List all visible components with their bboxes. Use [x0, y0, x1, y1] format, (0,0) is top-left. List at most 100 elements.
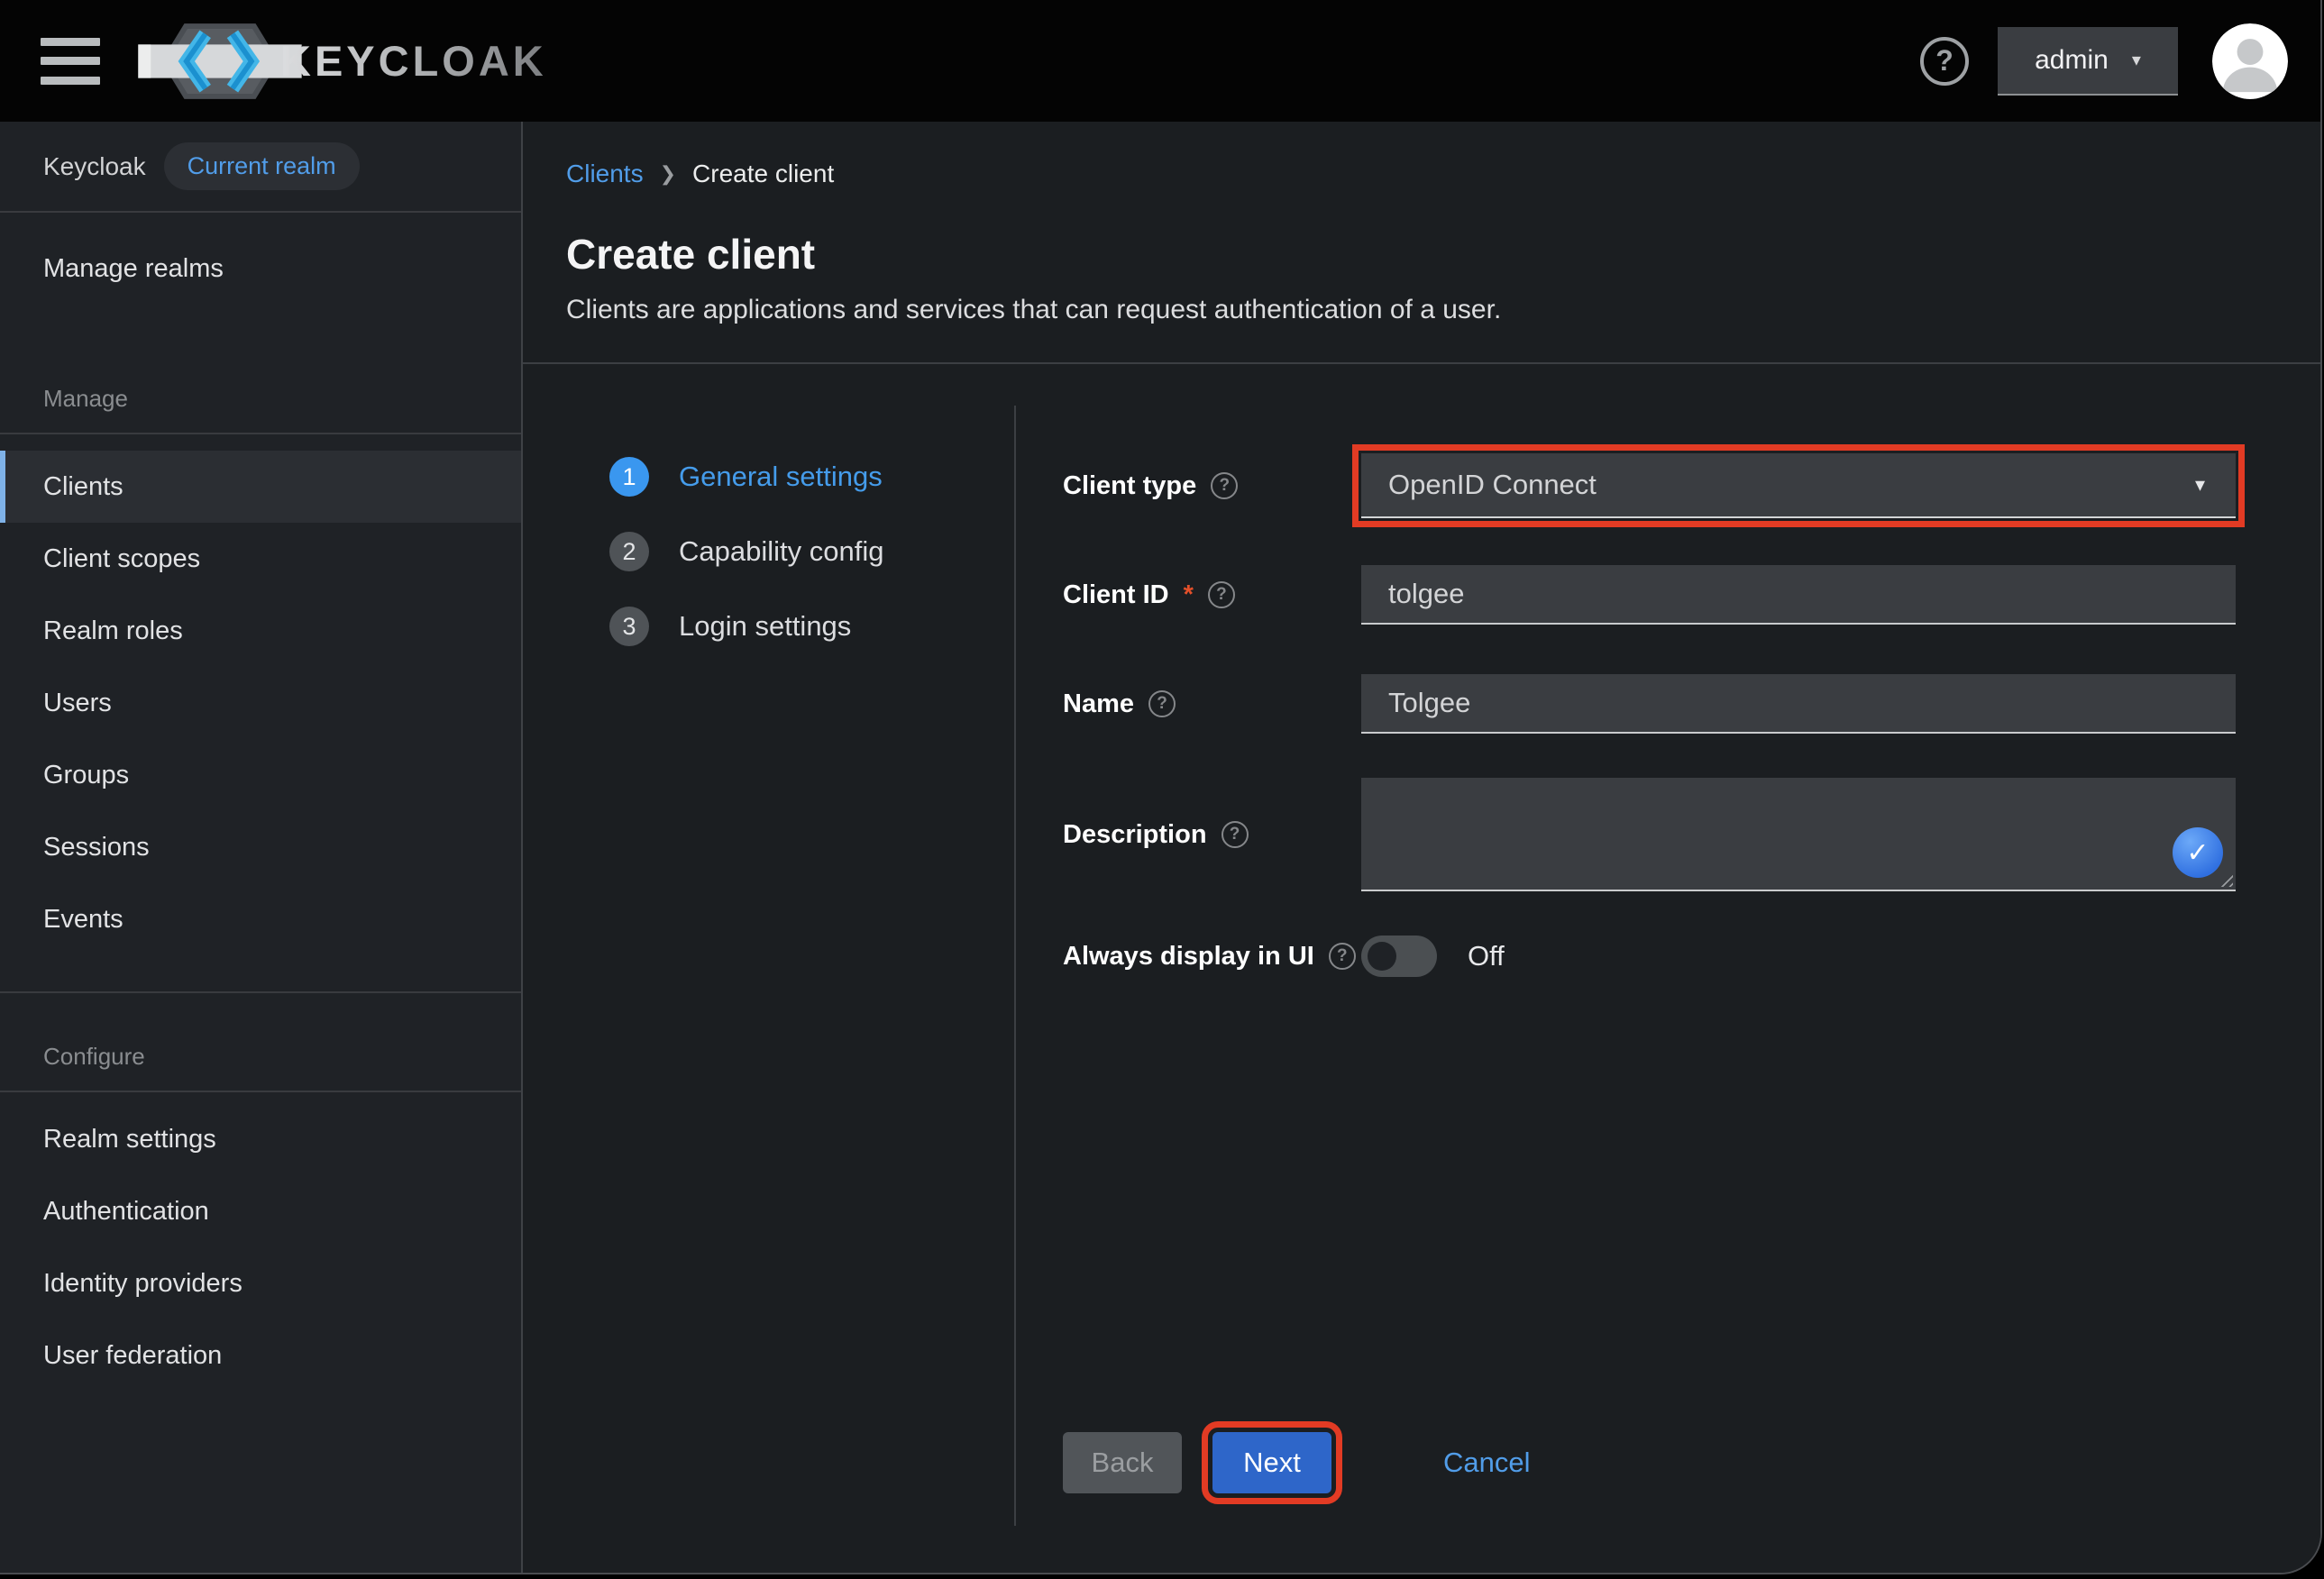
sidebar-item-sessions[interactable]: Sessions: [0, 811, 521, 883]
sidebar-item-groups[interactable]: Groups: [0, 739, 521, 811]
required-asterisk: *: [1184, 580, 1194, 610]
step-number-badge: 2: [609, 532, 649, 571]
sidebar: Keycloak Current realm Manage realms Man…: [0, 122, 523, 1573]
sidebar-item-identity-providers[interactable]: Identity providers: [0, 1247, 521, 1319]
help-button[interactable]: ?: [1920, 37, 1969, 86]
menu-icon: [41, 57, 100, 65]
sidebar-item-label: Client scopes: [43, 544, 200, 574]
breadcrumb-current: Create client: [692, 160, 834, 188]
toggle-state-label: Off: [1468, 940, 1505, 972]
realm-switcher[interactable]: Keycloak Current realm: [0, 122, 521, 213]
realm-name: Keycloak: [43, 152, 146, 181]
step-label: General settings: [679, 461, 883, 493]
chevron-down-icon: ▾: [2195, 473, 2205, 497]
wizard-step-capability-config[interactable]: 2 Capability config: [609, 532, 1014, 571]
main-content: Clients ❯ Create client Create client Cl…: [523, 122, 2320, 1573]
wizard-steps: 1 General settings 2 Capability config 3…: [523, 366, 1014, 681]
wizard-actions: Back Next Cancel: [1063, 1432, 2236, 1493]
help-icon[interactable]: ?: [1329, 943, 1356, 970]
back-button[interactable]: Back: [1063, 1432, 1182, 1493]
name-label-group: Name ?: [1063, 689, 1361, 719]
create-client-wizard: 1 General settings 2 Capability config 3…: [523, 366, 2320, 1573]
sidebar-group-label-configure: Configure: [0, 1017, 521, 1083]
sidebar-item-users[interactable]: Users: [0, 667, 521, 739]
menu-icon: [41, 38, 100, 46]
keycloak-logo: KEYCLOAK: [136, 16, 547, 106]
step-number-badge: 3: [609, 607, 649, 646]
help-icon[interactable]: ?: [1211, 472, 1238, 499]
sidebar-item-authentication[interactable]: Authentication: [0, 1175, 521, 1247]
step-label: Capability config: [679, 535, 883, 568]
resize-handle-icon[interactable]: [2217, 871, 2233, 887]
current-realm-badge: Current realm: [164, 142, 360, 190]
help-icon[interactable]: ?: [1208, 581, 1235, 608]
sidebar-item-user-federation[interactable]: User federation: [0, 1319, 521, 1392]
masthead: KEYCLOAK ? admin ▾: [0, 0, 2320, 122]
sidebar-item-label: Groups: [43, 761, 129, 790]
general-settings-form: Client type ? OpenID Connect ▾ Client ID…: [1016, 366, 2320, 1573]
client-type-label: Client type: [1063, 471, 1196, 501]
sidebar-item-label: Identity providers: [43, 1269, 242, 1299]
chevron-down-icon: ▾: [2132, 49, 2141, 71]
client-id-label-group: Client ID * ?: [1063, 580, 1361, 610]
description-label: Description: [1063, 820, 1207, 850]
sidebar-item-label: Realm roles: [43, 616, 183, 646]
username: admin: [2035, 45, 2109, 76]
sidebar-item-clients[interactable]: Clients: [0, 451, 521, 523]
sidebar-item-realm-roles[interactable]: Realm roles: [0, 595, 521, 667]
user-avatar-icon: [2212, 23, 2288, 99]
breadcrumb-link-clients[interactable]: Clients: [566, 160, 644, 188]
always-display-toggle-cell: Off: [1361, 936, 2236, 977]
name-label: Name: [1063, 689, 1134, 719]
sidebar-item-label: Manage realms: [43, 254, 224, 284]
always-display-label: Always display in UI: [1063, 942, 1314, 972]
avatar[interactable]: [2212, 23, 2288, 99]
toggle-knob: [1368, 942, 1396, 971]
name-input[interactable]: [1361, 674, 2236, 734]
sidebar-item-label: Authentication: [43, 1197, 209, 1227]
sidebar-item-manage-realms[interactable]: Manage realms: [0, 233, 521, 305]
sidebar-item-events[interactable]: Events: [0, 883, 521, 955]
sidebar-divider: [0, 991, 521, 993]
client-type-row: Client type ? OpenID Connect ▾: [1063, 453, 2236, 518]
sidebar-item-label: User federation: [43, 1341, 222, 1371]
help-icon: ?: [1920, 37, 1969, 86]
sidebar-item-label: Events: [43, 905, 124, 935]
step-label: Login settings: [679, 610, 851, 643]
sidebar-item-label: Sessions: [43, 833, 150, 863]
next-button[interactable]: Next: [1212, 1432, 1331, 1493]
user-menu-dropdown[interactable]: admin ▾: [1998, 27, 2178, 96]
step-number-badge: 1: [609, 457, 649, 497]
always-display-row: Always display in UI ? Off: [1063, 936, 2236, 977]
client-type-value: OpenID Connect: [1388, 469, 1597, 501]
client-id-input[interactable]: [1361, 565, 2236, 625]
client-id-label: Client ID: [1063, 580, 1169, 610]
sidebar-item-label: Users: [43, 689, 112, 718]
help-icon[interactable]: ?: [1221, 821, 1249, 848]
page-header: Clients ❯ Create client Create client Cl…: [523, 122, 2320, 364]
cancel-link[interactable]: Cancel: [1443, 1447, 1531, 1479]
client-type-select[interactable]: OpenID Connect ▾: [1361, 453, 2236, 518]
wizard-step-login-settings[interactable]: 3 Login settings: [609, 607, 1014, 646]
extension-check-badge: ✓: [2173, 827, 2223, 878]
nav-toggle-button[interactable]: [41, 38, 100, 85]
menu-icon: [41, 77, 100, 85]
sidebar-item-label: Realm settings: [43, 1125, 216, 1155]
description-textarea[interactable]: ✓: [1361, 778, 2236, 891]
sidebar-item-client-scopes[interactable]: Client scopes: [0, 523, 521, 595]
sidebar-item-realm-settings[interactable]: Realm settings: [0, 1103, 521, 1175]
brand-text: KEYCLOAK: [280, 36, 547, 86]
sidebar-item-label: Clients: [43, 472, 124, 502]
wizard-step-general-settings[interactable]: 1 General settings: [609, 457, 1014, 497]
app-window: KEYCLOAK ? admin ▾ Keycloak Current real…: [0, 0, 2322, 1574]
sidebar-group-label-manage: Manage: [0, 359, 521, 425]
breadcrumb: Clients ❯ Create client: [566, 158, 2320, 190]
name-row: Name ?: [1063, 674, 2236, 734]
help-icon[interactable]: ?: [1148, 690, 1176, 717]
page-title: Create client: [566, 232, 2320, 277]
description-label-group: Description ?: [1063, 820, 1361, 850]
check-icon: ✓: [2186, 837, 2209, 869]
always-display-toggle[interactable]: [1361, 936, 1437, 977]
client-id-row: Client ID * ?: [1063, 565, 2236, 625]
page-subtitle: Clients are applications and services th…: [566, 295, 2320, 325]
